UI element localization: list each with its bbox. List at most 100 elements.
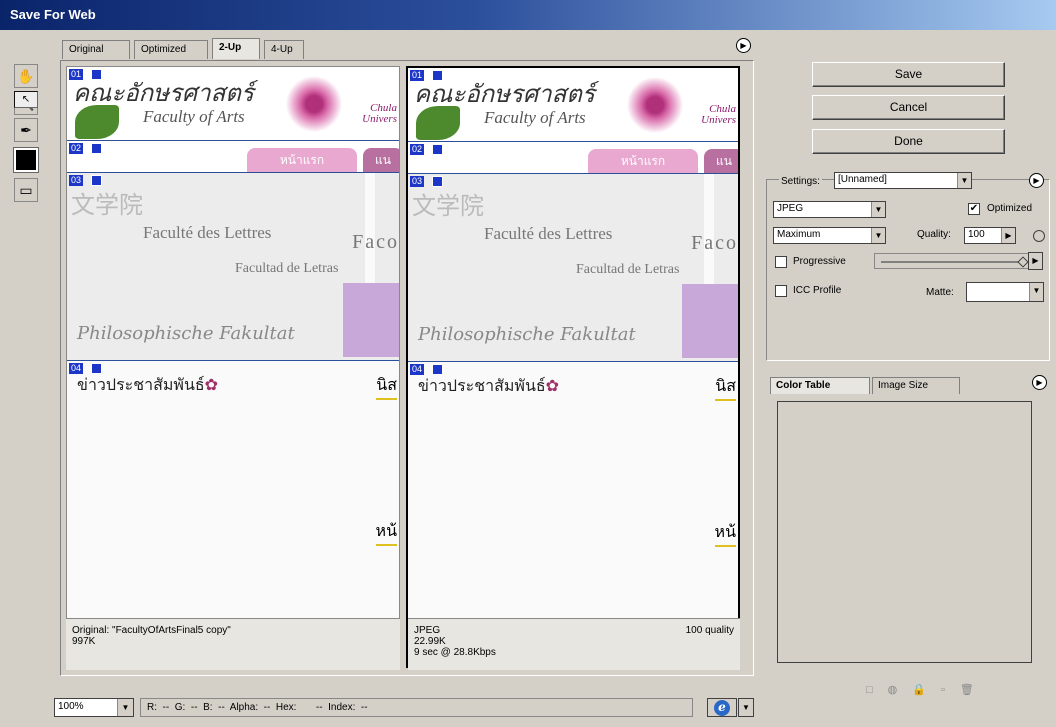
settings-menu-icon[interactable]: ▶ <box>1029 173 1044 188</box>
slider-track <box>881 261 1021 263</box>
tab-2up[interactable]: 2-Up <box>212 38 260 59</box>
chinese-text: 文学院 <box>412 192 484 220</box>
zoom-select[interactable]: 100% ▼ <box>54 698 134 717</box>
faco-text: Faco <box>691 232 738 254</box>
optimized-size: 22.99K <box>414 636 446 647</box>
color-table-menu-icon[interactable]: ▶ <box>1032 375 1047 390</box>
slice-04[interactable]: 04 ข่าวประชาสัมพันธ์✿ นิส หน้ <box>67 361 399 619</box>
chevron-down-icon: ▼ <box>871 202 885 217</box>
slice-01[interactable]: 01 คณะอักษรศาสตร์ Faculty of Arts Chula … <box>67 67 399 141</box>
slider-arrow-icon[interactable]: ▶ <box>1028 252 1043 270</box>
tool-palette: ✋ ↖ 🔍 ✒ ▭ <box>13 64 40 205</box>
slice-02[interactable]: 02 หน้าแรก แน <box>408 142 738 174</box>
progressive-checkbox[interactable] <box>775 256 787 268</box>
news-heading: ข่าวประชาสัมพันธ์✿ <box>418 376 560 395</box>
progressive-label: Progressive <box>793 256 846 267</box>
hand-tool-icon[interactable]: ✋ <box>14 64 38 88</box>
faco-text: Faco <box>352 231 399 253</box>
optimized-download-time: 9 sec @ 28.8Kbps <box>414 647 496 658</box>
original-filename: Original: "FacultyOfArtsFinal5 copy" <box>72 625 231 636</box>
tab-image-size[interactable]: Image Size <box>872 377 960 394</box>
slice-03[interactable]: 03 文学院 Faculté des Lettres Facultad de L… <box>408 174 738 362</box>
orchid-image <box>279 75 349 133</box>
tab-original[interactable]: Original <box>62 40 130 59</box>
quality-slider-toggle-icon[interactable]: ▶ <box>1001 228 1015 243</box>
original-info: Original: "FacultyOfArtsFinal5 copy" 997… <box>66 618 400 670</box>
french-text: Faculté des Lettres <box>484 224 613 243</box>
matte-select[interactable]: ▼ <box>966 282 1044 302</box>
slice-02[interactable]: 02 หน้าแรก แน <box>67 141 399 173</box>
purple-block <box>343 283 399 357</box>
icc-profile-label: ICC Profile <box>793 285 842 296</box>
chula-text: Chula Univers <box>362 102 397 125</box>
original-size: 997K <box>72 636 96 647</box>
settings-select[interactable]: [Unnamed] ▼ <box>834 172 972 189</box>
quality-label: Quality: <box>917 229 951 240</box>
matte-label: Matte: <box>926 287 954 298</box>
quality-input[interactable]: 100 ▶ <box>964 227 1016 244</box>
settings-label: Settings: <box>779 176 822 187</box>
german-text: Philosophische Fakultat <box>418 324 636 345</box>
slider-thumb[interactable] <box>1017 256 1029 268</box>
lock-color-icon[interactable]: 🔒 <box>912 684 941 696</box>
preview-menu-icon[interactable]: ▶ <box>736 38 751 53</box>
format-select[interactable]: JPEG ▼ <box>773 201 886 218</box>
quality-preset-select[interactable]: Maximum ▼ <box>773 227 886 244</box>
faculty-of-arts-text: Faculty of Arts <box>143 107 245 126</box>
new-color-icon[interactable]: ▫ <box>941 684 960 696</box>
title-bar: Save For Web <box>0 0 1056 30</box>
optimized-info: JPEG 100 quality 22.99K 9 sec @ 28.8Kbps <box>408 618 740 670</box>
slice-03[interactable]: 03 文学院 Faculté des Lettres Facultad de L… <box>67 173 399 361</box>
nhu-text: หน้ <box>714 520 736 547</box>
chevron-down-icon: ▼ <box>117 699 133 716</box>
tab-optimized[interactable]: Optimized <box>134 40 208 59</box>
delete-color-icon[interactable]: 🗑 <box>960 684 989 696</box>
orchid-image <box>620 76 690 134</box>
color-table-icons: □◍🔒▫🗑 <box>866 683 989 696</box>
spanish-text: Facultad de Letras <box>576 262 680 277</box>
eyedropper-tool-icon[interactable]: ✒ <box>14 118 38 142</box>
preview-in-browser-button[interactable]: e <box>707 698 737 717</box>
nil-text: นิส <box>376 373 397 400</box>
optimized-pane[interactable]: 01 คณะอักษรศาสตร์ Faculty of Arts Chula … <box>406 66 740 668</box>
quality-channel-icon[interactable] <box>1033 230 1045 242</box>
cancel-button[interactable]: Cancel <box>812 95 1005 120</box>
news-heading: ข่าวประชาสัมพันธ์✿ <box>77 375 219 394</box>
nav-tab-2: แน <box>363 148 399 172</box>
color-table[interactable] <box>777 401 1032 663</box>
slice-select-tool-icon[interactable]: ↖ <box>14 91 38 108</box>
chula-text: Chula Univers <box>701 103 736 126</box>
web-shift-icon[interactable]: ◍ <box>888 684 913 696</box>
original-pane[interactable]: 01 คณะอักษรศาสตร์ Faculty of Arts Chula … <box>66 66 400 668</box>
slice-number: 02 <box>69 143 84 154</box>
nhu-text: หน้ <box>375 519 397 546</box>
chevron-down-icon: ▼ <box>1029 283 1043 301</box>
browser-select-icon[interactable]: ▼ <box>738 698 754 717</box>
chevron-down-icon: ▼ <box>871 228 885 243</box>
nil-text: นิส <box>715 374 736 401</box>
optimized-label: Optimized <box>987 203 1033 214</box>
nav-home-tab: หน้าแรก <box>588 149 698 173</box>
quality-slider[interactable] <box>874 253 1030 269</box>
optimized-checkbox[interactable]: ✔ <box>968 203 980 215</box>
slice-image-icon <box>91 143 102 154</box>
save-button[interactable]: Save <box>812 62 1005 87</box>
chinese-text: 文学院 <box>71 191 143 219</box>
tab-color-table[interactable]: Color Table <box>770 377 870 394</box>
window-title: Save For Web <box>10 7 96 22</box>
nav-home-tab: หน้าแรก <box>247 148 357 172</box>
snap-to-web-icon[interactable]: □ <box>866 684 888 696</box>
eyedropper-color-swatch[interactable] <box>13 147 39 173</box>
purple-block <box>682 284 738 358</box>
icc-profile-checkbox[interactable] <box>775 285 787 297</box>
german-text: Philosophische Fakultat <box>77 323 295 344</box>
chevron-down-icon: ▼ <box>957 173 971 188</box>
spanish-text: Facultad de Letras <box>235 261 339 276</box>
slice-01[interactable]: 01 คณะอักษรศาสตร์ Faculty of Arts Chula … <box>408 68 738 142</box>
slice-number: 02 <box>410 144 425 155</box>
slice-04[interactable]: 04 ข่าวประชาสัมพันธ์✿ นิส หน้ <box>408 362 738 620</box>
french-text: Faculté des Lettres <box>143 223 272 242</box>
toggle-slices-icon[interactable]: ▭ <box>14 178 38 202</box>
tab-4up[interactable]: 4-Up <box>264 40 304 59</box>
done-button[interactable]: Done <box>812 129 1005 154</box>
